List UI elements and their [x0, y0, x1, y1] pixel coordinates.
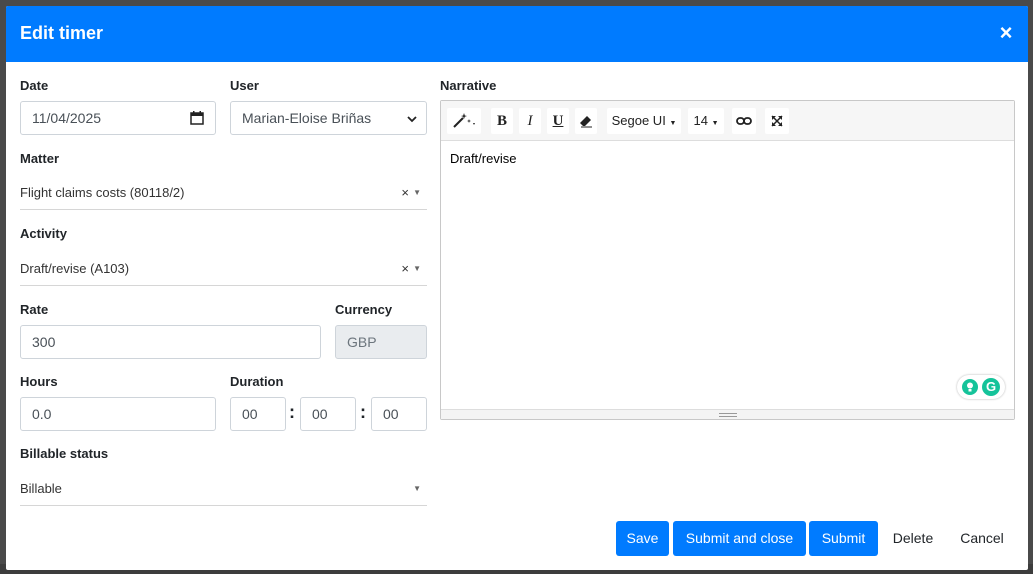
close-icon[interactable]: × — [996, 22, 1016, 44]
currency-field: GBP — [335, 325, 427, 359]
date-label: Date — [20, 78, 49, 93]
duration-hours-value: 00 — [242, 406, 258, 422]
billable-status-label: Billable status — [20, 446, 109, 461]
font-family-value: Segoe UI — [611, 113, 666, 128]
rate-label: Rate — [20, 302, 49, 317]
narrative-text[interactable]: Draft/revise — [450, 151, 516, 166]
duration-separator: : — [360, 402, 366, 422]
user-label: User — [230, 78, 259, 93]
duration-minutes-value: 00 — [312, 406, 328, 422]
caret-down-icon[interactable]: ▼ — [413, 472, 421, 506]
activity-select[interactable]: Draft/revise (A103) × ▼ — [20, 252, 427, 286]
currency-value: GBP — [347, 334, 377, 350]
duration-label: Duration — [230, 374, 284, 389]
italic-button[interactable]: I — [519, 108, 541, 134]
caret-down-icon: ▼ — [711, 120, 719, 127]
submit-and-close-button[interactable]: Submit and close — [673, 521, 806, 556]
editor-toolbar: B I U Segoe UI ▼ 14 ▼ — [441, 101, 1014, 141]
clear-icon[interactable]: × — [401, 252, 409, 286]
duration-seconds-input[interactable]: 00 — [371, 397, 427, 431]
date-field[interactable]: 11/04/2025 — [20, 101, 216, 135]
cancel-button[interactable]: Cancel — [950, 521, 1014, 556]
billable-status-select[interactable]: Billable ▼ — [20, 472, 427, 506]
magic-wand-icon — [453, 113, 475, 128]
font-size-dropdown[interactable]: 14 ▼ — [688, 108, 724, 134]
bold-button[interactable]: B — [491, 108, 513, 134]
rate-value: 300 — [32, 334, 56, 350]
calendar-icon[interactable] — [190, 111, 204, 125]
font-size-value: 14 — [693, 113, 708, 128]
delete-button[interactable]: Delete — [884, 521, 942, 556]
activity-label: Activity — [20, 226, 67, 241]
modal-title: Edit timer — [20, 23, 104, 43]
rate-input[interactable]: 300 — [20, 325, 321, 359]
underline-button[interactable]: U — [547, 108, 569, 134]
eraser-button[interactable] — [575, 108, 597, 134]
hours-value: 0.0 — [32, 406, 52, 422]
date-value: 11/04/2025 — [32, 110, 102, 126]
narrative-label: Narrative — [440, 78, 497, 93]
link-icon — [736, 117, 752, 125]
grammarly-icon[interactable]: G — [982, 378, 1000, 396]
editor-resize-handle[interactable] — [441, 409, 1014, 419]
chevron-down-icon — [407, 116, 417, 123]
duration-hours-input[interactable]: 00 — [230, 397, 286, 431]
matter-label: Matter — [20, 151, 60, 166]
caret-down-icon[interactable]: ▼ — [413, 176, 421, 210]
grammarly-widget[interactable]: G — [957, 375, 1005, 399]
clear-icon[interactable]: × — [401, 176, 409, 210]
grip-icon — [719, 413, 737, 417]
link-button[interactable] — [732, 108, 756, 134]
duration-seconds-value: 00 — [383, 406, 399, 422]
modal-header: Edit timer × — [6, 6, 1028, 62]
narrative-editor[interactable]: B I U Segoe UI ▼ 14 ▼ Draft/revise G — [440, 100, 1015, 420]
user-select[interactable]: Marian-Eloise Briñas — [230, 101, 427, 135]
hours-label: Hours — [20, 374, 58, 389]
duration-minutes-input[interactable]: 00 — [300, 397, 356, 431]
matter-select[interactable]: Flight claims costs (80118/2) × ▼ — [20, 176, 427, 210]
fullscreen-button[interactable] — [765, 108, 789, 134]
hours-input[interactable]: 0.0 — [20, 397, 216, 431]
caret-down-icon: ▼ — [669, 120, 677, 127]
activity-value: Draft/revise (A103) — [20, 261, 130, 276]
font-family-dropdown[interactable]: Segoe UI ▼ — [607, 108, 681, 134]
save-button[interactable]: Save — [616, 521, 669, 556]
submit-button[interactable]: Submit — [809, 521, 878, 556]
billable-status-value: Billable — [20, 481, 62, 496]
currency-label: Currency — [335, 302, 393, 317]
eraser-icon — [580, 116, 592, 128]
edit-timer-modal: Edit timer × Date 11/04/2025 User Marian… — [6, 6, 1028, 570]
matter-value: Flight claims costs (80118/2) — [20, 185, 185, 200]
expand-icon — [771, 115, 783, 127]
user-value: Marian-Eloise Briñas — [242, 110, 372, 126]
lightbulb-icon[interactable] — [962, 379, 978, 395]
duration-separator: : — [289, 402, 295, 422]
caret-down-icon[interactable]: ▼ — [413, 252, 421, 286]
magic-wand-button[interactable] — [447, 108, 481, 134]
